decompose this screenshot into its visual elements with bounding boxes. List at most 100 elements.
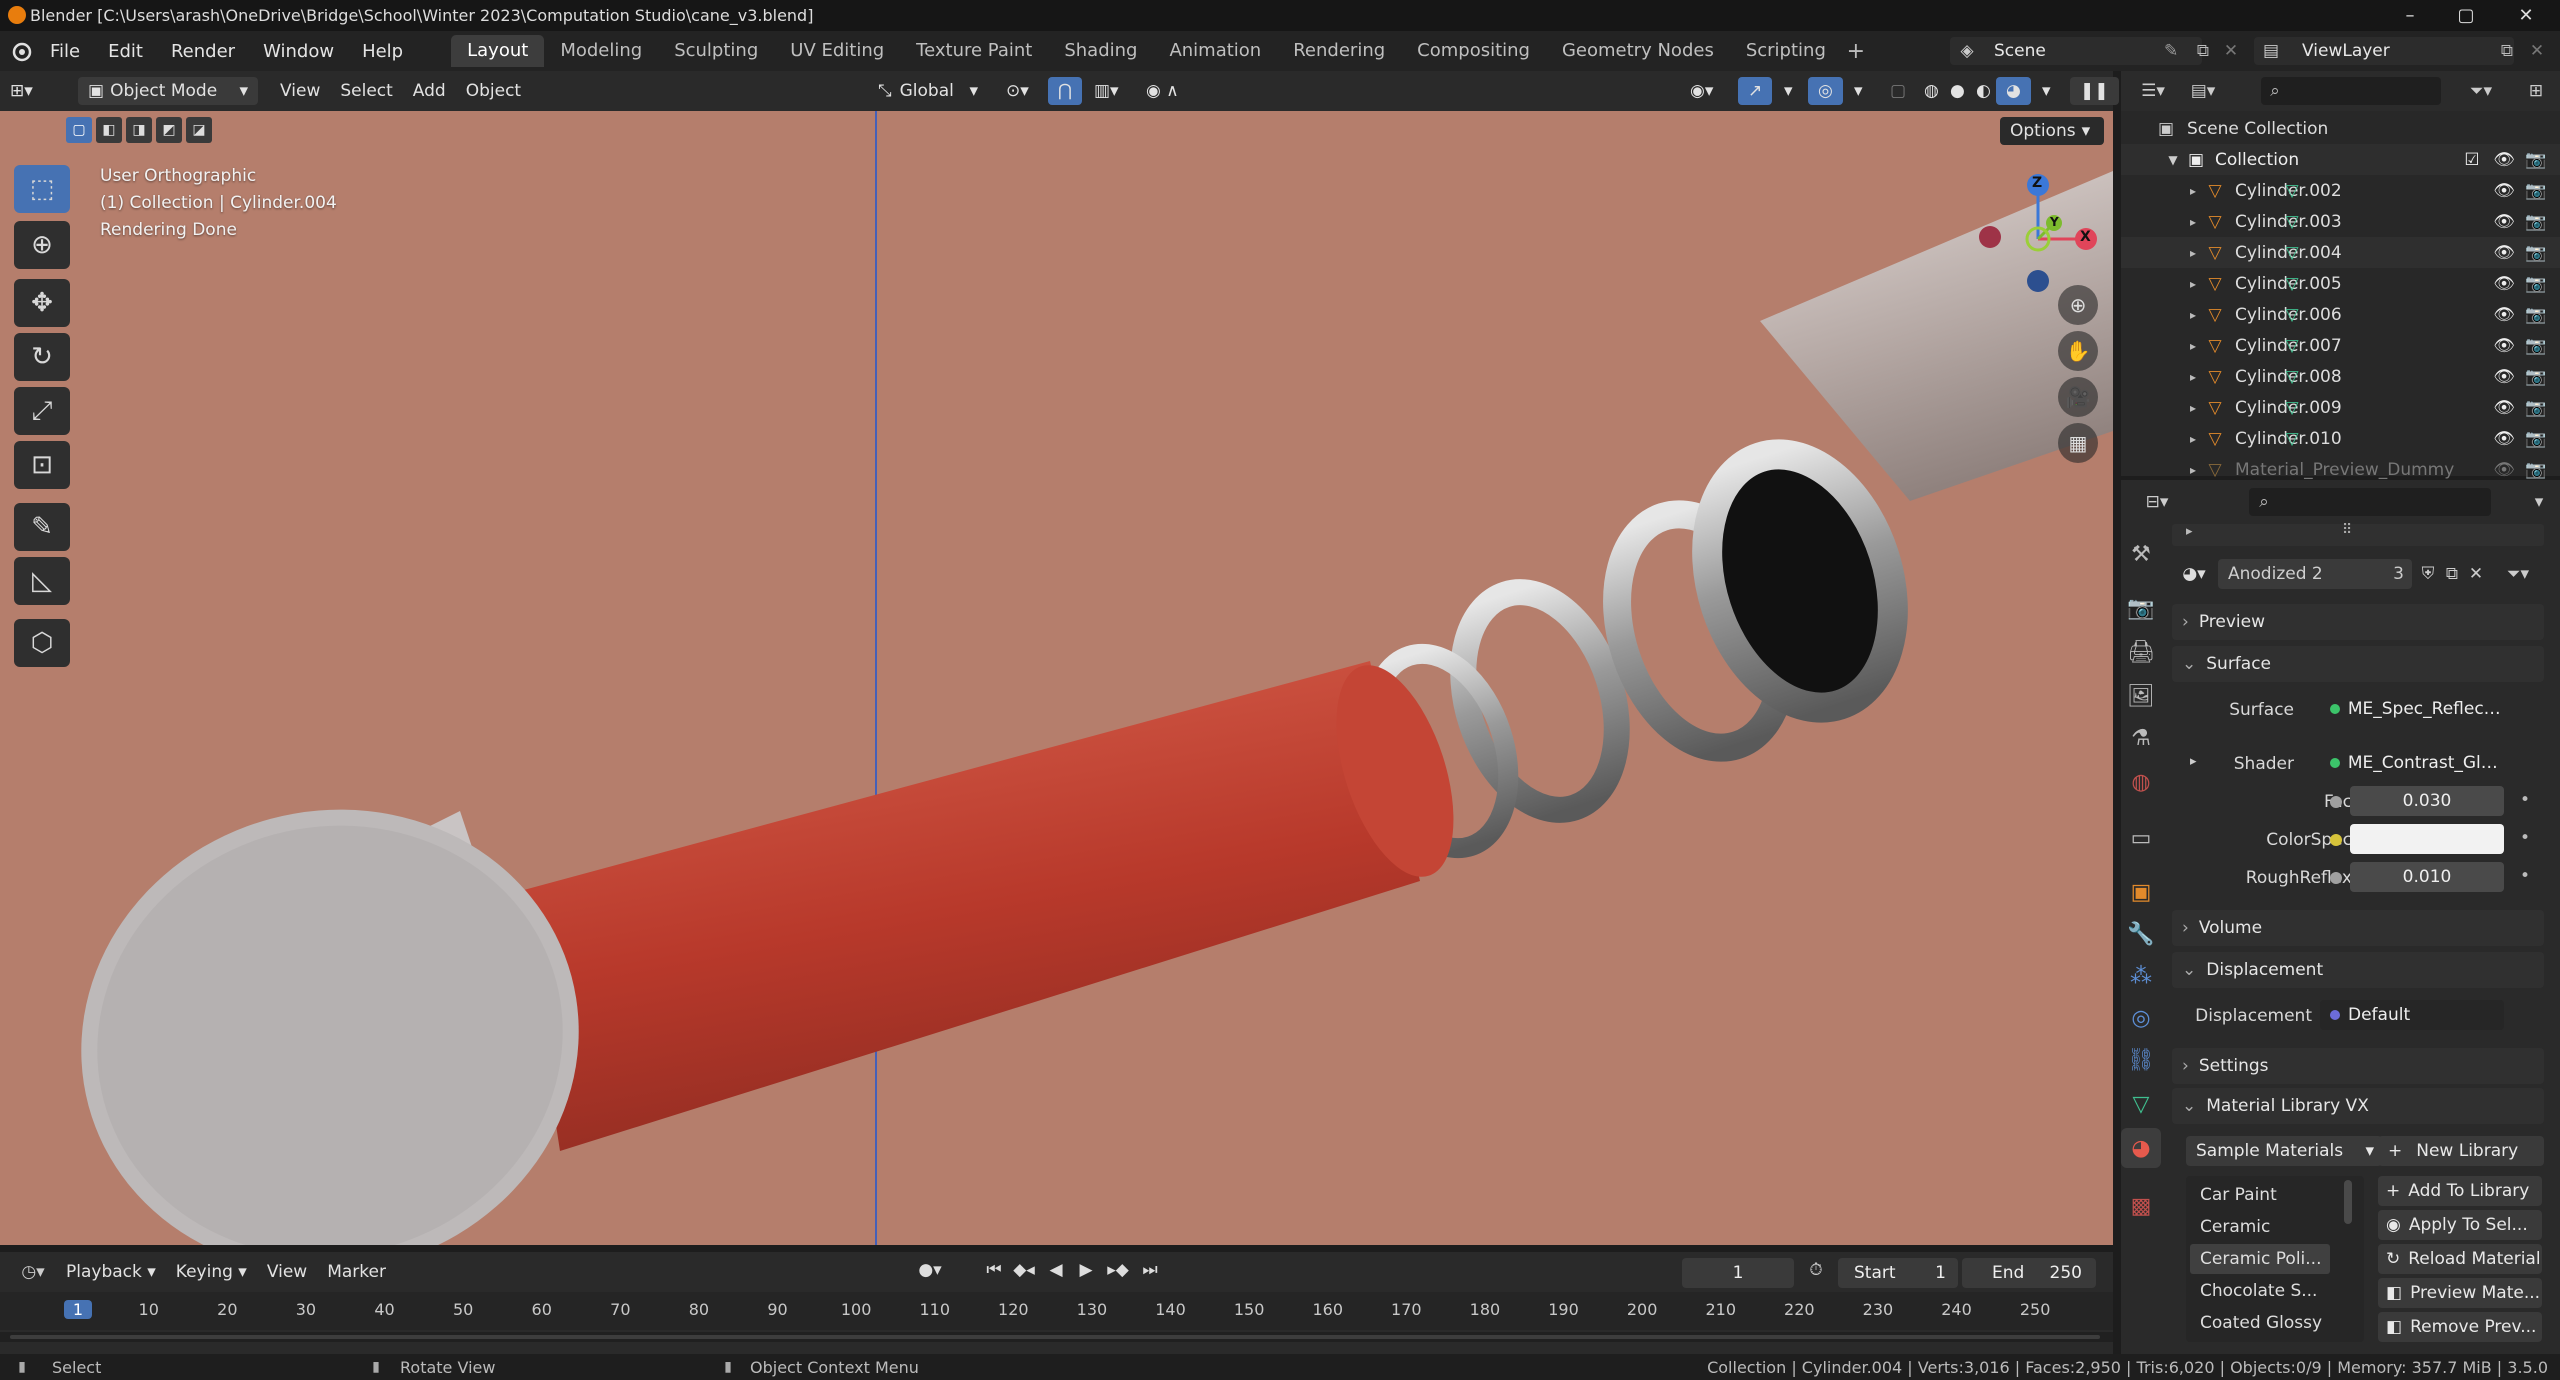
pin-icon[interactable]: ✎ bbox=[2164, 41, 2178, 61]
expand-arrow-icon[interactable]: ▸ bbox=[2183, 215, 2203, 229]
world-properties-icon[interactable]: ◍ bbox=[2121, 762, 2161, 802]
material-properties-icon[interactable]: ◕ bbox=[2121, 1128, 2161, 1168]
timeline-editor-icon[interactable]: ◷▾ bbox=[10, 1262, 56, 1282]
colorspec-keyframe-icon[interactable]: • bbox=[2520, 828, 2530, 848]
3d-viewport[interactable]: User Orthographic (1) Collection | Cylin… bbox=[0, 111, 2113, 1245]
eye-icon[interactable]: 👁 bbox=[2493, 274, 2515, 294]
checkbox-icon[interactable]: ☑ bbox=[2461, 150, 2483, 170]
outliner-item[interactable]: ▸ ▽ Cylinder.004 ▽ 👁 📷 bbox=[2121, 237, 2560, 268]
mesh-data-icon[interactable]: ▽ bbox=[2281, 243, 2303, 263]
section-displacement[interactable]: ⌄ Displacement bbox=[2172, 952, 2544, 988]
render-properties-icon[interactable]: 📷 bbox=[2121, 588, 2161, 628]
physics-properties-icon[interactable]: ◎ bbox=[2121, 998, 2161, 1038]
new-scene-icon[interactable]: ⧉ bbox=[2190, 41, 2216, 61]
tab-layout[interactable]: Layout bbox=[451, 35, 545, 67]
menu-select[interactable]: Select bbox=[330, 77, 402, 105]
unlink-material-icon[interactable]: ✕ bbox=[2464, 564, 2488, 584]
add-to-library-button[interactable]: + Add To Library bbox=[2378, 1176, 2542, 1206]
material-browse-icon[interactable]: ◕▾ bbox=[2174, 559, 2214, 589]
new-viewlayer-icon[interactable]: ⧉ bbox=[2494, 41, 2520, 61]
expand-arrow-icon[interactable]: ▸ bbox=[2183, 339, 2203, 353]
tab-uv-editing[interactable]: UV Editing bbox=[774, 35, 900, 67]
menu-keying[interactable]: Keying ▾ bbox=[166, 1258, 257, 1286]
jump-end-icon[interactable]: ⏭ bbox=[1136, 1260, 1164, 1280]
render-camera-icon[interactable]: 📷 bbox=[2525, 336, 2547, 356]
mesh-data-icon[interactable]: ▽ bbox=[2281, 305, 2303, 325]
section-settings[interactable]: › Settings bbox=[2172, 1048, 2544, 1084]
menu-object[interactable]: Object bbox=[456, 77, 531, 105]
menu-timeline-view[interactable]: View bbox=[257, 1258, 317, 1286]
expand-arrow-icon[interactable]: ▼ bbox=[2163, 153, 2183, 167]
render-camera-icon[interactable]: 📷 bbox=[2525, 398, 2547, 418]
library-selector[interactable]: Sample Materials ▾ bbox=[2186, 1136, 2382, 1166]
outliner-item[interactable]: ▸ ▽ Cylinder.009 ▽ 👁 📷 bbox=[2121, 392, 2560, 423]
tool-properties-icon[interactable]: ⚒ bbox=[2121, 534, 2161, 574]
expand-arrow-icon[interactable]: ▸ bbox=[2183, 432, 2203, 446]
options-button[interactable]: Options ▾ bbox=[2000, 117, 2104, 145]
menu-edit[interactable]: Edit bbox=[94, 41, 157, 62]
new-library-button[interactable]: + New Library bbox=[2378, 1136, 2544, 1166]
tab-compositing[interactable]: Compositing bbox=[1401, 35, 1546, 67]
close-window-button[interactable]: ✕ bbox=[2500, 0, 2552, 31]
proportional-edit-icon[interactable]: ◉ ∧ bbox=[1136, 77, 1189, 105]
data-properties-icon[interactable]: ▽ bbox=[2121, 1084, 2161, 1124]
constraint-properties-icon[interactable]: ⛓ bbox=[2121, 1040, 2161, 1080]
select-extend-icon[interactable]: ◧ bbox=[96, 117, 122, 143]
zoom-icon[interactable]: ⊕ bbox=[2058, 285, 2098, 325]
next-keyframe-icon[interactable]: ▸◆ bbox=[1104, 1260, 1132, 1280]
render-camera-icon[interactable]: 📷 bbox=[2525, 367, 2547, 387]
tab-scripting[interactable]: Scripting bbox=[1730, 35, 1842, 67]
render-camera-icon[interactable]: 📷 bbox=[2525, 460, 2547, 480]
material-name-field[interactable]: Anodized 2 3 bbox=[2218, 559, 2412, 589]
object-properties-icon[interactable]: ▣ bbox=[2121, 872, 2161, 912]
select-subtract-icon[interactable]: ◨ bbox=[126, 117, 152, 143]
mesh-data-icon[interactable]: ▽ bbox=[2281, 336, 2303, 356]
slots-expand-icon[interactable]: ▸ bbox=[2186, 524, 2193, 539]
prev-keyframe-icon[interactable]: ◆◂ bbox=[1010, 1260, 1038, 1280]
navigation-gizmo[interactable]: Z Y X bbox=[1968, 161, 2108, 301]
library-list-item[interactable]: Chocolate S... bbox=[2190, 1276, 2330, 1306]
modifier-properties-icon[interactable]: 🔧 bbox=[2121, 914, 2161, 954]
section-preview[interactable]: › Preview bbox=[2172, 604, 2544, 640]
eye-icon[interactable]: 👁 bbox=[2493, 460, 2515, 480]
select-invert-icon[interactable]: ◩ bbox=[156, 117, 182, 143]
surface-shader-field[interactable]: ME_Spec_Reflect... bbox=[2320, 694, 2504, 724]
outliner-item[interactable]: ▸ ▽ Cylinder.002 ▽ 👁 📷 bbox=[2121, 175, 2560, 206]
outliner-item[interactable]: ▸ ▽ Cylinder.006 ▽ 👁 📷 bbox=[2121, 299, 2560, 330]
render-camera-icon[interactable]: 📷 bbox=[2525, 429, 2547, 449]
orientation-selector[interactable]: ⤡ Global ▾ bbox=[868, 77, 988, 105]
end-frame-field[interactable]: End 250 bbox=[1962, 1258, 2096, 1288]
outliner-item[interactable]: ▸ ▽ Cylinder.007 ▽ 👁 📷 bbox=[2121, 330, 2560, 361]
transform-tool-icon[interactable]: ⊡ bbox=[14, 441, 70, 489]
expand-arrow-icon[interactable]: ▸ bbox=[2183, 246, 2203, 260]
material-filter-icon[interactable]: ⏷▾ bbox=[2498, 564, 2538, 584]
library-list-item[interactable]: Ceramic Poli... bbox=[2190, 1244, 2330, 1274]
annotate-tool-icon[interactable]: ✎ bbox=[14, 503, 70, 551]
roughreflex-value-field[interactable]: 0.010 bbox=[2350, 862, 2504, 892]
material-slots-list[interactable]: ▸ ⠿ bbox=[2172, 522, 2544, 546]
properties-editor-icon[interactable]: ⊟▾ bbox=[2137, 488, 2177, 516]
render-camera-icon[interactable]: 📷 bbox=[2525, 274, 2547, 294]
eye-icon[interactable]: 👁 bbox=[2493, 150, 2515, 170]
eye-icon[interactable]: 👁 bbox=[2493, 212, 2515, 232]
maximize-button[interactable]: ▢ bbox=[2440, 0, 2492, 31]
rotate-tool-icon[interactable]: ↻ bbox=[14, 333, 70, 381]
section-material-library[interactable]: ⌄ Material Library VX bbox=[2172, 1088, 2544, 1124]
tab-texture-paint[interactable]: Texture Paint bbox=[900, 35, 1048, 67]
collection-properties-icon[interactable]: ▭ bbox=[2121, 818, 2161, 858]
scale-tool-icon[interactable]: ⤢ bbox=[14, 387, 70, 435]
library-list-item[interactable]: Coated Glossy bbox=[2190, 1308, 2330, 1338]
gizmo-toggle-icon[interactable]: ↗ bbox=[1738, 77, 1773, 105]
properties-search[interactable]: ⌕ bbox=[2249, 488, 2491, 516]
outliner-search[interactable]: ⌕ bbox=[2261, 77, 2441, 105]
snap-toggle-icon[interactable]: ⋂ bbox=[1048, 77, 1082, 105]
mesh-data-icon[interactable]: ▽ bbox=[2281, 274, 2303, 294]
eye-icon[interactable]: 👁 bbox=[2493, 305, 2515, 325]
render-camera-icon[interactable]: 📷 bbox=[2525, 212, 2547, 232]
mesh-data-icon[interactable]: ▽ bbox=[2281, 181, 2303, 201]
mesh-data-icon[interactable]: ▽ bbox=[2281, 398, 2303, 418]
outliner-editor-icon[interactable]: ☰▾ bbox=[2133, 77, 2173, 105]
render-camera-icon[interactable]: 📷 bbox=[2525, 305, 2547, 325]
render-camera-icon[interactable]: 📷 bbox=[2525, 150, 2547, 170]
blender-menu-icon[interactable] bbox=[6, 40, 36, 62]
